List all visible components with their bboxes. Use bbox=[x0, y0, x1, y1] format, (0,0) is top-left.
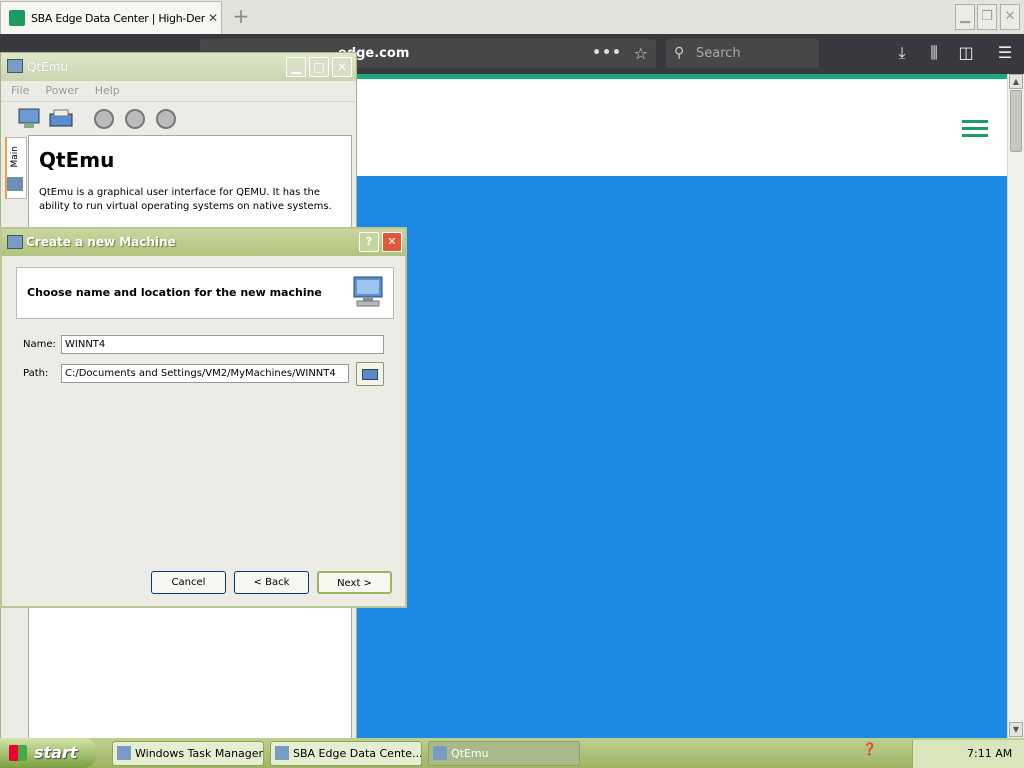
browse-folder-button[interactable] bbox=[356, 362, 384, 386]
qtemu-close-button[interactable]: ✕ bbox=[332, 57, 352, 77]
qtemu-minimize-button[interactable]: ▁ bbox=[286, 57, 306, 77]
search-placeholder: Search bbox=[696, 46, 741, 61]
menu-power[interactable]: Power bbox=[45, 81, 78, 101]
next-button[interactable]: Next > bbox=[317, 571, 392, 594]
new-machine-dialog: Create a new Machine ? ✕ Choose name and… bbox=[0, 227, 407, 608]
taskbar-item-label: SBA Edge Data Cente... bbox=[293, 747, 422, 760]
cancel-button[interactable]: Cancel bbox=[151, 571, 226, 594]
browser-search-box[interactable]: ⚲ Search bbox=[666, 39, 819, 68]
qtemu-title: QtEmu bbox=[27, 60, 69, 74]
browser-tab[interactable]: SBA Edge Data Center | High-Dens ✕ bbox=[0, 1, 222, 34]
new-tab-button[interactable]: + bbox=[230, 4, 252, 28]
tray-help-icon[interactable]: ❓ bbox=[862, 742, 902, 766]
scroll-down-icon[interactable]: ▼ bbox=[1009, 722, 1023, 737]
download-icon[interactable]: ⤓ bbox=[889, 40, 915, 66]
page-actions-icon[interactable]: ••• bbox=[592, 39, 622, 68]
machine-path-input[interactable]: C:/Documents and Settings/VM2/MyMachines… bbox=[61, 364, 349, 383]
site-hamburger-icon[interactable] bbox=[962, 120, 988, 138]
scrollbar-thumb[interactable] bbox=[1010, 90, 1022, 152]
dialog-title: Create a new Machine bbox=[26, 235, 176, 249]
close-tab-icon[interactable]: ✕ bbox=[205, 11, 221, 25]
start-label: start bbox=[34, 743, 78, 762]
dialog-close-button[interactable]: ✕ bbox=[382, 232, 402, 252]
path-label: Path: bbox=[23, 368, 49, 379]
page-scrollbar[interactable]: ▲ ▼ bbox=[1007, 74, 1024, 738]
start-button[interactable]: start bbox=[0, 738, 96, 768]
tab-machine-icon[interactable] bbox=[7, 177, 23, 191]
search-icon: ⚲ bbox=[674, 45, 685, 61]
site-favicon-icon bbox=[9, 10, 25, 26]
machine-name-input[interactable]: WINNT4 bbox=[61, 335, 384, 354]
computer-monitor-icon bbox=[353, 276, 383, 308]
taskbar-item-qtemu[interactable]: QtEmu bbox=[428, 741, 580, 766]
wizard-header: Choose name and location for the new mac… bbox=[16, 267, 394, 319]
qtemu-task-icon bbox=[433, 746, 447, 760]
taskbar-item-task-manager[interactable]: Windows Task Manager bbox=[112, 741, 264, 766]
dialog-help-button[interactable]: ? bbox=[359, 232, 379, 252]
power-on-icon[interactable] bbox=[94, 109, 114, 129]
qtemu-heading: QtEmu bbox=[39, 148, 115, 172]
bookmark-star-icon[interactable]: ☆ bbox=[634, 39, 648, 68]
task-manager-icon bbox=[117, 746, 131, 760]
scroll-up-icon[interactable]: ▲ bbox=[1009, 74, 1023, 89]
qtemu-app-icon bbox=[7, 59, 23, 73]
sidebar-icon[interactable]: ◫ bbox=[953, 40, 979, 66]
browser-close-button[interactable]: ✕ bbox=[1000, 4, 1020, 30]
name-label: Name: bbox=[23, 339, 56, 350]
taskbar-item-label: QtEmu bbox=[451, 747, 489, 760]
back-button[interactable]: < Back bbox=[234, 571, 309, 594]
restart-icon[interactable] bbox=[156, 109, 176, 129]
system-tray: 7:11 AM bbox=[912, 740, 1024, 768]
taskbar-item-label: Windows Task Manager bbox=[135, 747, 264, 760]
browser-maximize-button[interactable]: ❐ bbox=[977, 4, 997, 30]
qtemu-maximize-button[interactable]: □ bbox=[309, 57, 329, 77]
dialog-titlebar[interactable]: Create a new Machine bbox=[2, 229, 405, 256]
taskbar-item-firefox[interactable]: SBA Edge Data Cente... bbox=[270, 741, 422, 766]
tab-main-label: Main bbox=[10, 146, 20, 168]
qtemu-menubar: File Power Help bbox=[1, 81, 356, 101]
browser-minimize-button[interactable]: ▁ bbox=[955, 4, 975, 30]
firefox-icon bbox=[275, 746, 289, 760]
dialog-app-icon bbox=[7, 235, 23, 249]
folder-icon bbox=[362, 369, 378, 380]
power-off-icon[interactable] bbox=[125, 109, 145, 129]
windows-logo-icon bbox=[9, 745, 27, 761]
library-icon[interactable]: ⫼ bbox=[921, 40, 947, 66]
site-header bbox=[357, 79, 1007, 176]
open-machine-icon[interactable] bbox=[49, 108, 73, 130]
menu-help[interactable]: Help bbox=[95, 81, 120, 101]
menu-icon[interactable]: ☰ bbox=[992, 40, 1018, 66]
clock[interactable]: 7:11 AM bbox=[967, 747, 1012, 760]
menu-file[interactable]: File bbox=[11, 81, 29, 101]
qtemu-toolbar bbox=[1, 101, 356, 135]
wizard-header-text: Choose name and location for the new mac… bbox=[27, 286, 322, 299]
qtemu-description: QtEmu is a graphical user interface for … bbox=[39, 187, 332, 212]
site-hero bbox=[357, 176, 1007, 738]
browser-tab-title: SBA Edge Data Center | High-Dens bbox=[31, 11, 205, 25]
new-machine-icon[interactable] bbox=[17, 108, 41, 130]
